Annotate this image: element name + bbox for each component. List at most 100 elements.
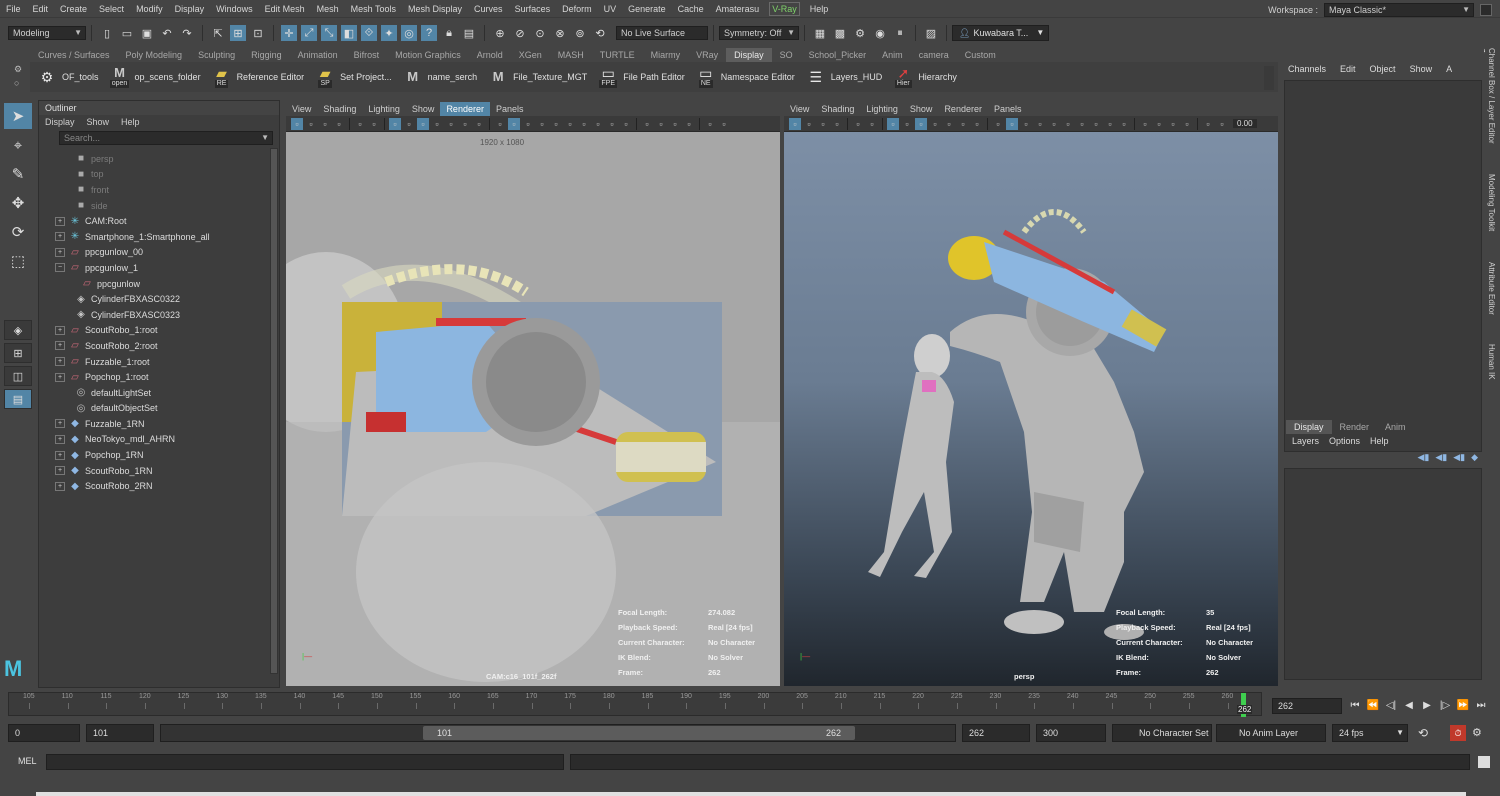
- xray-icon[interactable]: ▫: [1153, 118, 1165, 130]
- live-surface-field[interactable]: No Live Surface: [616, 26, 708, 40]
- menu-edit[interactable]: Edit: [27, 0, 55, 18]
- move-tool-icon[interactable]: ✥: [4, 190, 32, 216]
- shelf-tab-sculpting[interactable]: Sculpting: [190, 48, 243, 62]
- outliner-node[interactable]: ◎ defaultObjectSet: [39, 401, 271, 417]
- viewport-menu-panels[interactable]: Panels: [490, 102, 530, 116]
- viewport-menu-view[interactable]: View: [286, 102, 317, 116]
- menu-mesh-display[interactable]: Mesh Display: [402, 0, 468, 18]
- perspective-viewport[interactable]: View Shading Lighting Show Renderer Panels ▫ ▫…: [784, 102, 1278, 686]
- shelf-tab-vray[interactable]: VRay: [688, 48, 726, 62]
- camera-attr-icon[interactable]: ▫: [803, 118, 815, 130]
- ssao-icon[interactable]: ▫: [1076, 118, 1088, 130]
- viewport-menu-show[interactable]: Show: [406, 102, 441, 116]
- shelf-button-hierarchy[interactable]: ➚ Hier Hierarchy: [892, 65, 957, 89]
- xray-joints-icon[interactable]: ▫: [1167, 118, 1179, 130]
- field-chart-icon[interactable]: ▫: [943, 118, 955, 130]
- smooth-shade-icon[interactable]: ▫: [508, 117, 520, 130]
- viewport-menu-shading[interactable]: Shading: [815, 102, 860, 116]
- menu-amaterasu[interactable]: Amaterasu: [710, 0, 766, 18]
- highlight-icon[interactable]: ▤: [461, 25, 477, 41]
- expand-icon[interactable]: +: [55, 466, 65, 476]
- ssao-icon[interactable]: ▫: [578, 118, 590, 130]
- go-to-end-icon[interactable]: ⏭: [1472, 700, 1490, 711]
- shelf-button-layers-hud[interactable]: ☰ Layers_HUD: [805, 65, 883, 89]
- camera-attr-icon[interactable]: ▫: [305, 118, 317, 130]
- textured-icon[interactable]: ▫: [536, 118, 548, 130]
- safe-title-icon[interactable]: ▫: [473, 118, 485, 130]
- snap-curve-icon[interactable]: ⊘: [512, 25, 528, 41]
- xray-active-icon[interactable]: ▫: [683, 118, 695, 130]
- menu-modify[interactable]: Modify: [130, 0, 169, 18]
- layer-menu-help[interactable]: Help: [1370, 436, 1389, 446]
- channel-box-menu-a[interactable]: A: [1446, 62, 1452, 76]
- new-layer-icon[interactable]: ◀▮: [1453, 452, 1465, 463]
- shelf-tab-bifrost[interactable]: Bifrost: [346, 48, 388, 62]
- dof-icon[interactable]: ▫: [620, 118, 632, 130]
- field-chart-icon[interactable]: ▫: [445, 118, 457, 130]
- wireframe-icon[interactable]: ▫: [494, 118, 506, 130]
- xray-joints-icon[interactable]: ▫: [669, 118, 681, 130]
- lights-icon[interactable]: ▫: [1048, 118, 1060, 130]
- shelf-tab-custom[interactable]: Custom: [957, 48, 1004, 62]
- viewport-menu-show[interactable]: Show: [904, 102, 939, 116]
- viewport-menu-lighting[interactable]: Lighting: [860, 102, 904, 116]
- expand-icon[interactable]: +: [55, 372, 65, 382]
- open-scene-icon[interactable]: ▭: [119, 25, 135, 41]
- menu-select[interactable]: Select: [93, 0, 130, 18]
- expand-icon[interactable]: +: [55, 216, 65, 226]
- layer-tab-anim[interactable]: Anim: [1377, 420, 1414, 434]
- current-frame-field[interactable]: 262: [1272, 698, 1342, 714]
- loop-icon[interactable]: ⟲: [1418, 726, 1428, 740]
- shelf-tab-animation[interactable]: Animation: [290, 48, 346, 62]
- menu-windows[interactable]: Windows: [210, 0, 259, 18]
- single-pane-layout-icon[interactable]: ◈: [4, 320, 32, 340]
- shelf-button-reference-editor[interactable]: ▰ RE Reference Editor: [211, 65, 304, 89]
- mel-input[interactable]: [46, 754, 564, 770]
- shelf-tab-miarmy[interactable]: Miarmy: [643, 48, 689, 62]
- expand-icon[interactable]: +: [55, 247, 65, 257]
- new-layer-selected-icon[interactable]: ◆: [1471, 452, 1478, 463]
- gamma-icon[interactable]: ▫: [1216, 118, 1228, 130]
- grid-icon[interactable]: ▫: [887, 117, 899, 130]
- textured-icon[interactable]: ▫: [1034, 118, 1046, 130]
- layer-menu-layers[interactable]: Layers: [1292, 436, 1319, 446]
- shelf-gear-icon[interactable]: ⚙: [14, 64, 22, 75]
- symmetry-dropdown[interactable]: Symmetry: Off ▼: [719, 26, 799, 40]
- undo-icon[interactable]: ↶: [159, 25, 175, 41]
- stop-render-icon[interactable]: ⏸: [892, 25, 908, 41]
- film-gate-icon[interactable]: ▫: [901, 118, 913, 130]
- outliner-node[interactable]: + ◆ Popchop_1RN: [39, 447, 271, 463]
- shadows-icon[interactable]: ▫: [564, 118, 576, 130]
- outliner-node[interactable]: ◎ defaultLightSet: [39, 385, 271, 401]
- bookmark-icon[interactable]: ▫: [319, 118, 331, 130]
- outliner-node[interactable]: − ▱ ppcgunlow_1: [39, 260, 271, 276]
- ipr-render-icon[interactable]: ▩: [832, 25, 848, 41]
- menu-file[interactable]: File: [0, 0, 27, 18]
- viewport-menu-panels[interactable]: Panels: [988, 102, 1028, 116]
- expand-icon[interactable]: +: [55, 450, 65, 460]
- layer-tab-display[interactable]: Display: [1286, 420, 1332, 434]
- menu-display[interactable]: Display: [169, 0, 211, 18]
- outliner-node[interactable]: + ▱ ScoutRobo_2:root: [39, 338, 271, 354]
- outliner-search-input[interactable]: Search... ▼: [59, 131, 273, 145]
- side-tab-attribute-editor[interactable]: Attribute Editor: [1487, 262, 1496, 315]
- gamma-icon[interactable]: ▫: [718, 118, 730, 130]
- play-backward-icon[interactable]: ◀: [1400, 700, 1418, 711]
- shelf-button-namespace-editor[interactable]: ▭ NE Namespace Editor: [695, 65, 795, 89]
- side-tab-modeling-toolkit[interactable]: Modeling Toolkit: [1487, 174, 1496, 231]
- range-slider[interactable]: 101 262: [160, 724, 956, 742]
- outliner-layout-icon[interactable]: ▤: [4, 389, 32, 409]
- menu-mesh[interactable]: Mesh: [311, 0, 345, 18]
- image-plane-icon[interactable]: ▫: [333, 118, 345, 130]
- exposure-icon[interactable]: ▫: [704, 118, 716, 130]
- hypershade-icon[interactable]: ◉: [872, 25, 888, 41]
- 2d-pan-icon[interactable]: ▫: [354, 118, 366, 130]
- aa-icon[interactable]: ▫: [606, 118, 618, 130]
- film-gate-icon[interactable]: ▫: [403, 118, 415, 130]
- save-scene-icon[interactable]: ▣: [139, 25, 155, 41]
- safe-action-icon[interactable]: ▫: [459, 118, 471, 130]
- shelf-button-file-texture-mgt[interactable]: M File_Texture_MGT: [487, 65, 587, 89]
- shadows-icon[interactable]: ▫: [1062, 118, 1074, 130]
- default-material-icon[interactable]: ▫: [522, 118, 534, 130]
- shelf-tab-arnold[interactable]: Arnold: [469, 48, 511, 62]
